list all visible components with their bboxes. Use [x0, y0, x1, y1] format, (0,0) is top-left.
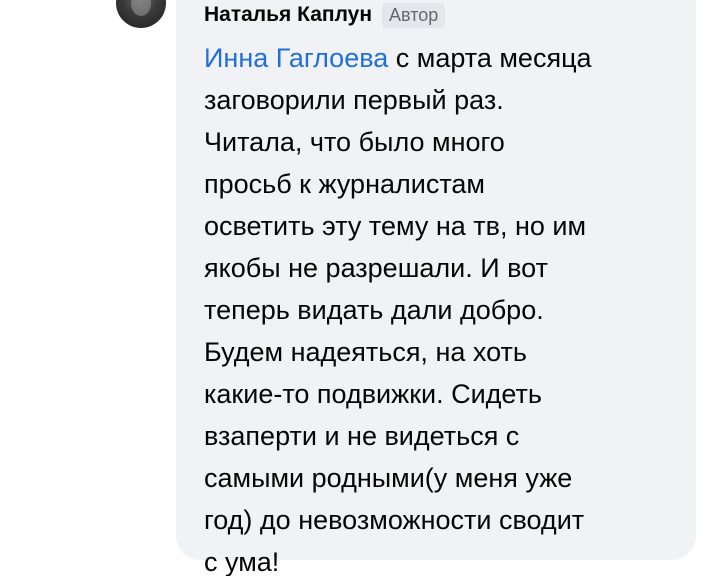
comment-line: Инна Гаглоева с марта месяца — [204, 37, 684, 79]
comment-header: Наталья Каплун Автор — [204, 2, 446, 28]
comment-text: Инна Гаглоева с марта месяца заговорили … — [204, 37, 684, 576]
comment-line: осветить эту тему на тв, но им — [204, 211, 587, 241]
avatar-face — [131, 0, 151, 16]
comment-line: Будем надеяться, на хоть — [204, 337, 527, 367]
author-badge: Автор — [382, 2, 446, 28]
comment-line: год) до невозможности сводит — [204, 505, 585, 535]
comment-line: теперь видать дали добро. — [204, 295, 544, 325]
comment-line: Читала, что было много — [204, 127, 505, 157]
comment-line-text: с марта месяца — [388, 43, 592, 73]
mention-link[interactable]: Инна Гаглоева — [204, 43, 388, 73]
comment-line: с ума! — [204, 547, 280, 576]
author-avatar[interactable] — [116, 0, 166, 28]
comment-line: якобы не разрешали. И вот — [204, 253, 548, 283]
comment-line: взаперти и не видеться с — [204, 421, 520, 451]
comment-bubble: Наталья Каплун Автор Инна Гаглоева с мар… — [176, 0, 696, 576]
author-name[interactable]: Наталья Каплун — [204, 2, 372, 28]
comment-line: заговорили первый раз. — [204, 85, 504, 115]
comment-line: просьб к журналистам — [204, 169, 485, 199]
comment-line: какие-то подвижки. Сидеть — [204, 379, 542, 409]
comment-line: самыми родными(у меня уже — [204, 463, 573, 493]
